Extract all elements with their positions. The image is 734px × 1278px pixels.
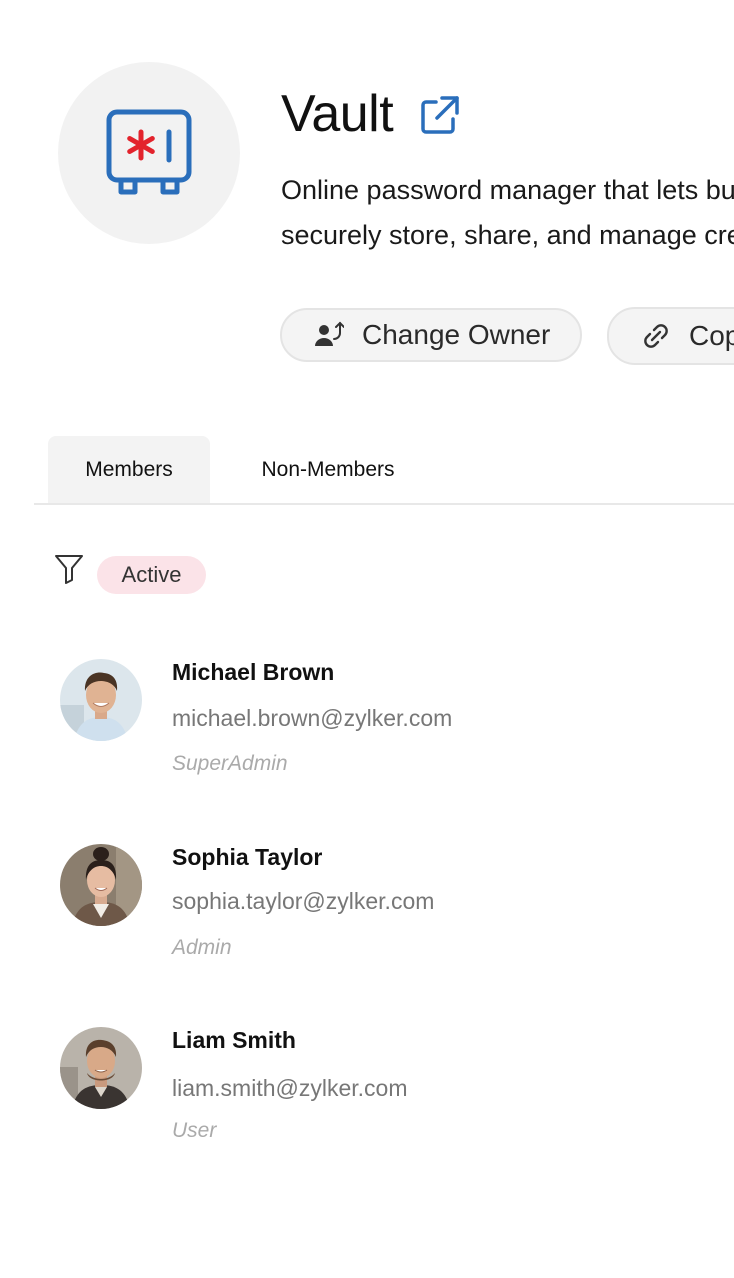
app-detail-page: Vault Online password manager that lets … [0, 0, 734, 1278]
change-owner-label: Change Owner [362, 319, 551, 350]
member-row[interactable]: Liam Smith liam.smith@zylker.com User [60, 1027, 710, 1157]
member-row[interactable]: Sophia Taylor sophia.taylor@zylker.com A… [60, 844, 710, 974]
member-row[interactable]: Michael Brown michael.brown@zylker.com S… [60, 659, 710, 789]
copy-link-label: Cop [689, 320, 734, 351]
tab-members[interactable]: Members [48, 436, 210, 503]
member-name: Michael Brown [172, 659, 335, 685]
member-email: liam.smith@zylker.com [172, 1075, 408, 1101]
filter-icon[interactable] [54, 553, 84, 585]
change-owner-button[interactable]: Change Owner [280, 308, 582, 362]
app-title: Vault [281, 85, 394, 143]
app-description: Online password manager that lets bu sec… [281, 168, 734, 258]
tab-non-members[interactable]: Non-Members [238, 436, 418, 503]
vault-safe-icon [106, 109, 192, 195]
avatar [60, 844, 142, 926]
link-icon [644, 324, 668, 348]
member-name: Sophia Taylor [172, 844, 323, 870]
app-icon-container [58, 62, 240, 244]
avatar [60, 1027, 142, 1109]
external-link-icon[interactable] [420, 95, 460, 135]
member-role: Admin [172, 936, 232, 959]
member-name: Liam Smith [172, 1027, 296, 1053]
member-email: michael.brown@zylker.com [172, 705, 453, 731]
member-role: SuperAdmin [172, 752, 288, 775]
avatar [60, 659, 142, 741]
member-email: sophia.taylor@zylker.com [172, 888, 435, 914]
active-filter-chip[interactable]: Active [97, 556, 206, 594]
app-description-line: securely store, share, and manage cre [281, 220, 734, 250]
copy-link-button[interactable]: Cop [607, 307, 734, 365]
member-tabs: Members Non-Members [34, 436, 734, 505]
app-description-line: Online password manager that lets bu [281, 175, 734, 205]
member-role: User [172, 1119, 217, 1142]
change-owner-icon [315, 321, 344, 346]
